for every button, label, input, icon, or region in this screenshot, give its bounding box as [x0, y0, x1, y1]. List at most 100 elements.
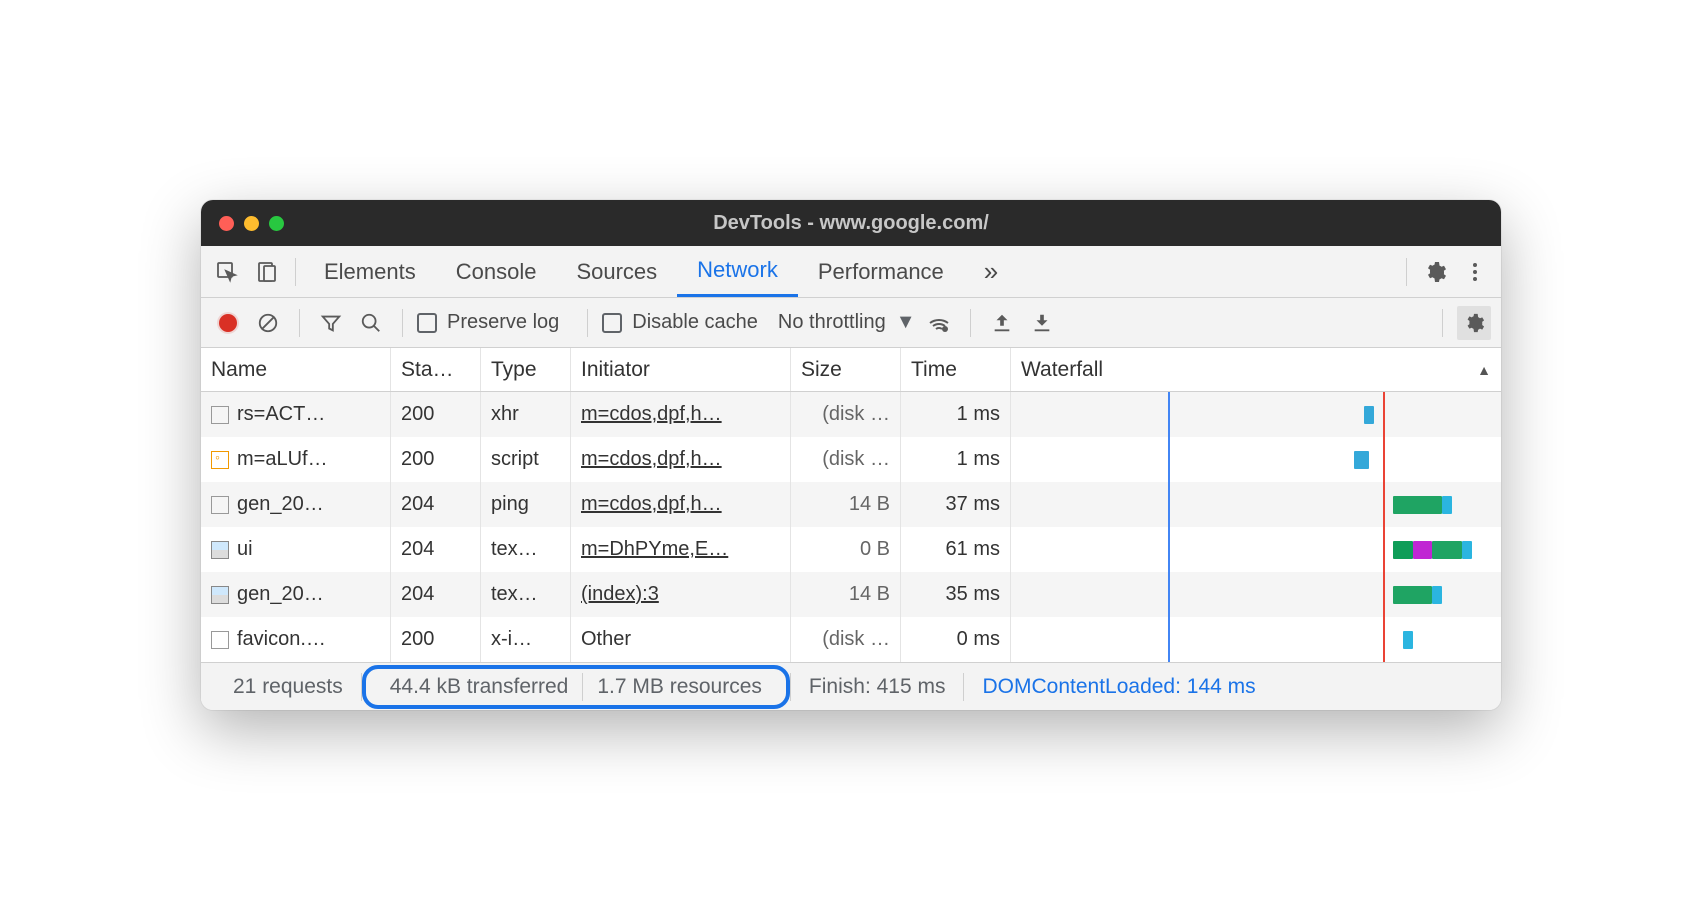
cell-size: (disk … [791, 392, 901, 437]
tabs-overflow[interactable]: » [964, 246, 1018, 297]
cell-type: xhr [481, 392, 571, 437]
file-type-icon [211, 451, 229, 469]
table-row[interactable]: gen_20…204pingm=cdos,dpf,h…14 B37 ms [201, 482, 1501, 527]
tab-network[interactable]: Network [677, 246, 798, 297]
cell-waterfall [1011, 482, 1501, 527]
tab-console[interactable]: Console [436, 246, 557, 297]
cell-status: 204 [391, 482, 481, 527]
col-initiator[interactable]: Initiator [571, 348, 791, 391]
disable-cache-checkbox[interactable]: Disable cache [602, 311, 758, 334]
separator [295, 258, 296, 286]
cell-name: rs=ACT… [201, 392, 391, 437]
cell-waterfall [1011, 617, 1501, 662]
chevron-down-icon: ▼ [896, 311, 916, 334]
cell-name: gen_20… [201, 572, 391, 617]
col-type[interactable]: Type [481, 348, 571, 391]
tab-elements[interactable]: Elements [304, 246, 436, 297]
status-requests: 21 requests [215, 675, 361, 699]
col-waterfall[interactable]: Waterfall ▲ [1011, 348, 1501, 391]
upload-har-icon[interactable] [985, 306, 1019, 340]
cell-name: m=aLUf… [201, 437, 391, 482]
device-toggle-icon[interactable] [247, 252, 287, 292]
close-button[interactable] [219, 216, 234, 231]
preserve-log-label: Preserve log [447, 311, 559, 334]
cell-initiator[interactable]: m=DhPYme,E… [571, 527, 791, 572]
cell-type: tex… [481, 527, 571, 572]
separator [1406, 258, 1407, 286]
table-row[interactable]: favicon.…200x-i…Other(disk …0 ms [201, 617, 1501, 662]
network-toolbar: Preserve log Disable cache No throttling… [201, 298, 1501, 348]
disable-cache-label: Disable cache [632, 311, 758, 334]
panel-tabs: ElementsConsoleSourcesNetworkPerformance… [201, 246, 1501, 298]
titlebar: DevTools - www.google.com/ [201, 200, 1501, 246]
file-type-icon [211, 406, 229, 424]
cell-initiator[interactable]: m=cdos,dpf,h… [571, 392, 791, 437]
cell-time: 37 ms [901, 482, 1011, 527]
throttling-select[interactable]: No throttling ▼ [778, 311, 916, 334]
search-icon[interactable] [354, 306, 388, 340]
table-body: rs=ACT…200xhrm=cdos,dpf,h…(disk …1 msm=a… [201, 392, 1501, 662]
table-row[interactable]: gen_20…204tex…(index):314 B35 ms [201, 572, 1501, 617]
cell-initiator[interactable]: Other [571, 617, 791, 662]
cell-time: 1 ms [901, 437, 1011, 482]
inspect-icon[interactable] [207, 252, 247, 292]
cell-waterfall [1011, 437, 1501, 482]
cell-waterfall [1011, 527, 1501, 572]
cell-status: 204 [391, 527, 481, 572]
cell-type: ping [481, 482, 571, 527]
cell-waterfall [1011, 572, 1501, 617]
cell-status: 200 [391, 617, 481, 662]
window-title: DevTools - www.google.com/ [713, 212, 989, 235]
requests-table: Name Sta… Type Initiator Size Time Water… [201, 348, 1501, 662]
table-row[interactable]: ui204tex…m=DhPYme,E…0 B61 ms [201, 527, 1501, 572]
status-bar: 21 requests 44.4 kB transferred 1.7 MB r… [201, 662, 1501, 710]
cell-time: 61 ms [901, 527, 1011, 572]
tab-sources[interactable]: Sources [556, 246, 677, 297]
cell-status: 200 [391, 437, 481, 482]
cell-type: tex… [481, 572, 571, 617]
cell-time: 0 ms [901, 617, 1011, 662]
devtools-window: DevTools - www.google.com/ ElementsConso… [201, 200, 1501, 710]
cell-size: 14 B [791, 572, 901, 617]
cell-size: 14 B [791, 482, 901, 527]
cell-status: 204 [391, 572, 481, 617]
file-type-icon [211, 586, 229, 604]
cell-name: ui [201, 527, 391, 572]
traffic-lights [219, 216, 284, 231]
table-row[interactable]: rs=ACT…200xhrm=cdos,dpf,h…(disk …1 ms [201, 392, 1501, 437]
record-button[interactable] [211, 306, 245, 340]
status-finish: Finish: 415 ms [791, 675, 964, 699]
settings-gear-icon[interactable] [1415, 252, 1455, 292]
network-conditions-icon[interactable] [922, 306, 956, 340]
cell-initiator[interactable]: (index):3 [571, 572, 791, 617]
cell-name: gen_20… [201, 482, 391, 527]
col-name[interactable]: Name [201, 348, 391, 391]
clear-icon[interactable] [251, 306, 285, 340]
cell-type: script [481, 437, 571, 482]
more-menu-icon[interactable] [1455, 252, 1495, 292]
cell-size: (disk … [791, 617, 901, 662]
col-status[interactable]: Sta… [391, 348, 481, 391]
col-size[interactable]: Size [791, 348, 901, 391]
table-row[interactable]: m=aLUf…200scriptm=cdos,dpf,h…(disk …1 ms [201, 437, 1501, 482]
cell-name: favicon.… [201, 617, 391, 662]
status-highlight: 44.4 kB transferred 1.7 MB resources [362, 665, 790, 709]
cell-time: 35 ms [901, 572, 1011, 617]
status-resources: 1.7 MB resources [583, 675, 776, 699]
cell-waterfall [1011, 392, 1501, 437]
file-type-icon [211, 541, 229, 559]
tab-performance[interactable]: Performance [798, 246, 964, 297]
download-har-icon[interactable] [1025, 306, 1059, 340]
minimize-button[interactable] [244, 216, 259, 231]
preserve-log-checkbox[interactable]: Preserve log [417, 311, 559, 334]
network-settings-icon[interactable] [1457, 306, 1491, 340]
maximize-button[interactable] [269, 216, 284, 231]
status-transferred: 44.4 kB transferred [376, 675, 583, 699]
cell-initiator[interactable]: m=cdos,dpf,h… [571, 437, 791, 482]
table-header: Name Sta… Type Initiator Size Time Water… [201, 348, 1501, 392]
cell-initiator[interactable]: m=cdos,dpf,h… [571, 482, 791, 527]
status-domcontentloaded: DOMContentLoaded: 144 ms [964, 675, 1273, 699]
filter-icon[interactable] [314, 306, 348, 340]
cell-size: (disk … [791, 437, 901, 482]
col-time[interactable]: Time [901, 348, 1011, 391]
